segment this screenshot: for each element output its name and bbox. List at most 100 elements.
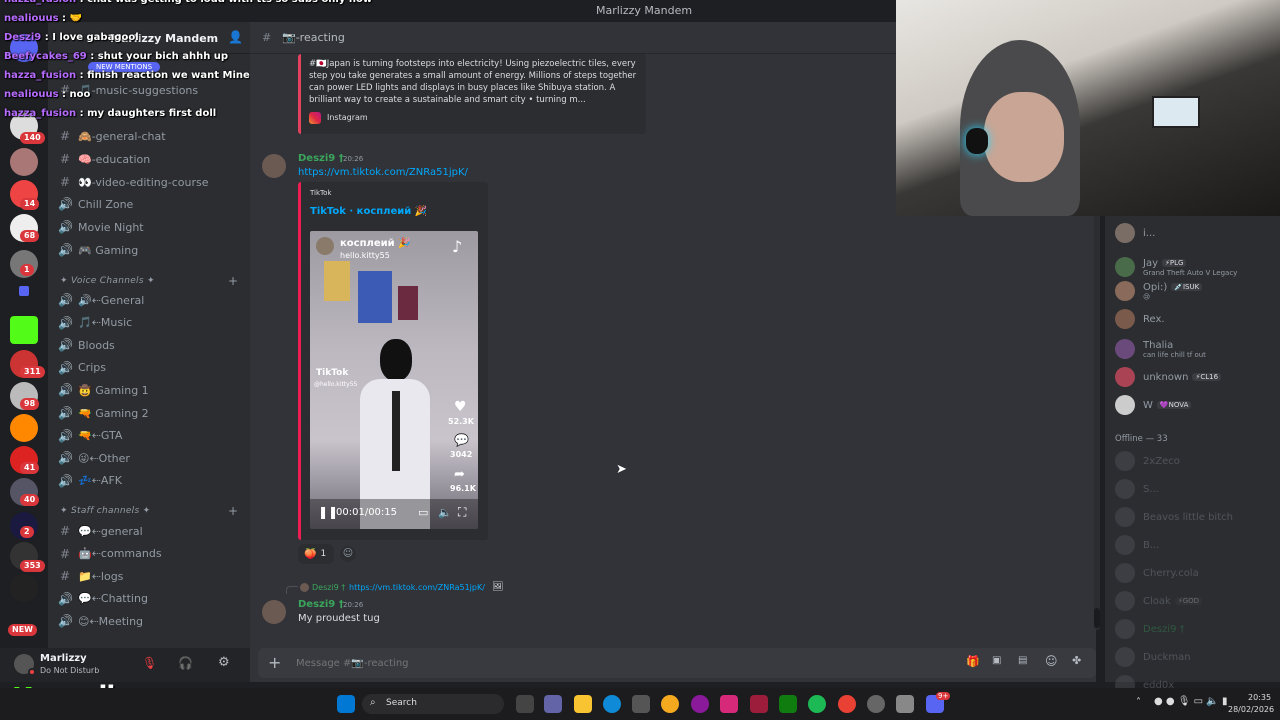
server-icon[interactable] [10, 148, 38, 176]
member-item[interactable]: Cherry.cola [1115, 562, 1199, 584]
file-explorer-icon[interactable] [574, 695, 592, 713]
server-icon[interactable] [10, 574, 38, 602]
member-item[interactable]: Beavos little bitch [1115, 506, 1233, 528]
add-attachment-icon[interactable]: + [268, 653, 281, 672]
scrollbar-thumb[interactable] [1094, 608, 1100, 628]
mic-muted-icon[interactable]: 🎙 [142, 656, 157, 670]
create-channel-icon[interactable]: + [228, 504, 238, 518]
member-item[interactable]: i... [1115, 222, 1155, 244]
voice-channel-item[interactable]: 🔊 Crips [58, 358, 106, 378]
instagram-icon[interactable] [720, 695, 738, 713]
background-monitor [1152, 96, 1200, 128]
member-name-line: B... [1143, 540, 1159, 551]
channel-item[interactable]: # 🧠-education [58, 149, 150, 169]
member-status: 😢 [1143, 292, 1151, 301]
voice-channel-item[interactable]: 🔊 🔊⇠General [58, 290, 144, 310]
member-item[interactable]: Thalia can life chill tf out [1115, 338, 1206, 360]
headphones-deafened-icon[interactable]: 🎧 [178, 656, 193, 670]
spotify-icon[interactable] [808, 695, 826, 713]
app-icon[interactable] [661, 695, 679, 713]
add-reaction-icon[interactable]: ☺ [340, 546, 356, 562]
chevron-up-icon[interactable]: ˄ [1136, 697, 1141, 708]
voice-channel-item[interactable]: 🔊 Bloods [58, 335, 115, 355]
message-author[interactable]: Deszi9 † [298, 153, 344, 164]
member-item[interactable]: Rex. [1115, 308, 1165, 330]
member-name-line: Cherry.cola [1143, 568, 1199, 579]
fullscreen-icon[interactable]: ⛶ [458, 505, 466, 520]
heart-icon[interactable]: ♥ [454, 399, 467, 415]
task-view-icon[interactable] [516, 695, 534, 713]
avatar[interactable] [262, 600, 286, 624]
gif-icon[interactable]: ▣ [992, 655, 1001, 666]
member-item[interactable]: unknown ⚡CL16 [1115, 366, 1222, 388]
settings-gear-icon[interactable] [896, 695, 914, 713]
reply-author[interactable]: Deszi9 † [312, 583, 345, 592]
member-item[interactable]: Duckman [1115, 646, 1191, 668]
avatar [316, 237, 334, 255]
emoji-icon[interactable]: ☺ [1045, 654, 1058, 668]
member-item[interactable]: Cloak ⚡GOD [1115, 590, 1203, 612]
taskbar-search[interactable]: ⌕ Search [362, 694, 504, 714]
message-link[interactable]: https://vm.tiktok.com/ZNRa51jpK/ [298, 167, 468, 178]
adobe-icon[interactable] [750, 695, 768, 713]
message-input[interactable] [296, 654, 936, 672]
chrome-icon[interactable] [838, 695, 856, 713]
share-icon[interactable]: ➦ [454, 467, 465, 482]
staff-channel-item[interactable]: 🔊 😊⇠Meeting [58, 611, 143, 631]
member-tag: 💉ISUK [1171, 283, 1203, 291]
member-item[interactable]: B... [1115, 534, 1159, 556]
video-player[interactable]: косплеий 🎉 hello.kitty55 ♪ TikTok @hello… [310, 231, 478, 529]
voice-channel-item[interactable]: 🔊 😜⇠Other [58, 448, 130, 468]
captions-icon[interactable]: ▭ [418, 506, 428, 519]
overlay-chat-separator: : [41, 32, 53, 43]
server-icon[interactable] [10, 414, 38, 442]
xbox-icon[interactable] [779, 695, 797, 713]
staff-channel-item[interactable]: 🔊 💬⇠Chatting [58, 589, 148, 609]
tray-icons[interactable]: ● ● 🎙 ▭ 🔈 ▮ [1154, 696, 1227, 707]
voice-channel-item[interactable]: 🔊 🔫 Gaming 2 [58, 403, 149, 423]
opera-icon[interactable] [691, 695, 709, 713]
member-item[interactable]: Opi:) 💉ISUK 😢 [1115, 280, 1203, 302]
create-channel-icon[interactable]: + [228, 274, 238, 288]
voice-channel-item[interactable]: 🔊 🔫⇠GTA [58, 426, 122, 446]
reply-link[interactable]: https://vm.tiktok.com/ZNRa51jpK/ [349, 583, 485, 592]
category-voice[interactable]: ✦ Voice Channels ✦ [60, 276, 155, 286]
gift-icon[interactable]: 🎁 [966, 655, 980, 668]
server-badge: 1 [20, 264, 34, 276]
voice-channel-item[interactable]: 🔊 🤠 Gaming 1 [58, 380, 149, 400]
teams-icon[interactable] [544, 695, 562, 713]
settings-gear-icon[interactable]: ⚙ [218, 655, 230, 670]
channel-item[interactable]: 🔊 Chill Zone [58, 194, 133, 214]
sticker-icon[interactable]: ▤ [1018, 655, 1027, 666]
store-icon[interactable] [632, 695, 650, 713]
member-item[interactable]: 2xZeco [1115, 450, 1180, 472]
voice-channel-item[interactable]: 🔊 💤⇠AFK [58, 471, 122, 491]
embed-title[interactable]: TikTok · косплеий 🎉 [310, 206, 427, 217]
volume-icon[interactable]: 🔈 [438, 506, 452, 519]
edge-icon[interactable] [603, 695, 621, 713]
apps-icon[interactable]: ✤ [1072, 654, 1081, 667]
staff-channel-item[interactable]: # 📁⇠logs [58, 566, 123, 586]
channel-item[interactable]: 🔊 Movie Night [58, 217, 144, 237]
member-item[interactable]: S... [1115, 478, 1159, 500]
reaction-chip[interactable]: 🍑 1 [298, 544, 334, 564]
channel-item[interactable]: 🔊 🎮 Gaming [58, 240, 138, 260]
channel-item[interactable]: # 👀-video-editing-course [58, 172, 209, 192]
kick-server-icon[interactable] [10, 316, 38, 344]
message-author[interactable]: Deszi9 † [298, 599, 344, 610]
staff-channel-item[interactable]: # 🤖⇠commands [58, 544, 162, 564]
avatar[interactable] [262, 154, 286, 178]
folder-icon[interactable] [19, 286, 29, 296]
category-staff[interactable]: ✦ Staff channels ✦ [60, 506, 150, 516]
member-item[interactable]: Jay ⚡PLG Grand Theft Auto V Legacy [1115, 256, 1237, 278]
overlay-chat-separator: : [86, 51, 98, 62]
channel-label: 🎵⇠Music [78, 316, 133, 330]
staff-channel-item[interactable]: # 💬⇠general [58, 521, 143, 541]
comment-icon[interactable]: 💬 [454, 433, 469, 447]
voice-channel-item[interactable]: 🔊 🎵⇠Music [58, 313, 132, 333]
windows-start-icon[interactable] [337, 695, 355, 713]
member-name-line: Rex. [1143, 314, 1165, 325]
obs-icon[interactable] [867, 695, 885, 713]
member-item[interactable]: Deszi9 † [1115, 618, 1185, 640]
member-item[interactable]: W 💜NOVA [1115, 394, 1192, 416]
